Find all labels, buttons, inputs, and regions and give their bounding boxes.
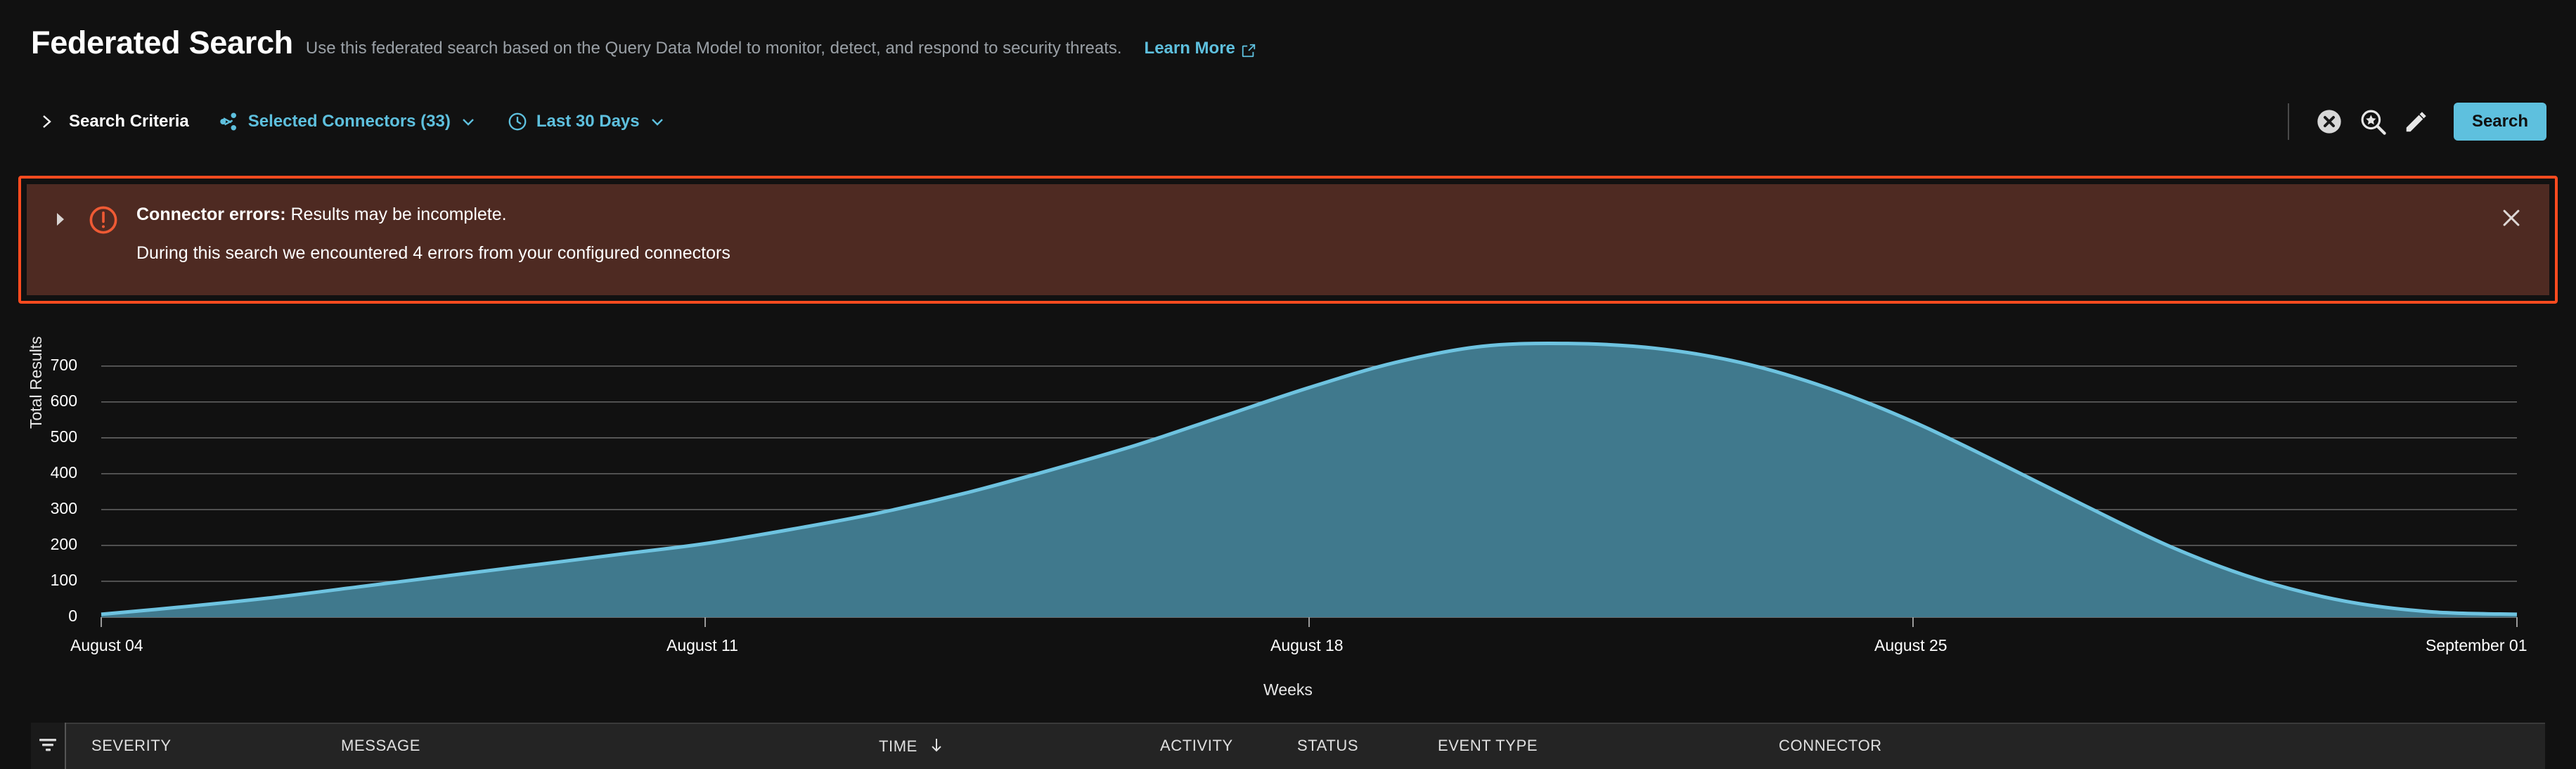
selected-connectors-label: Selected Connectors (33) (247, 112, 451, 131)
connector-errors-detail: During this search we encountered 4 erro… (136, 243, 730, 264)
column-header-severity[interactable]: SEVERITY (91, 737, 172, 755)
toolbar-divider (2287, 103, 2289, 140)
chart-svg (101, 341, 2518, 627)
connector-errors-title: Connector errors: (136, 205, 286, 224)
column-header-message[interactable]: MESSAGE (341, 737, 420, 755)
selected-connectors-dropdown[interactable]: Selected Connectors (33) (219, 111, 477, 132)
arrow-down-icon (930, 737, 943, 758)
chart-y-tick-label: 400 (50, 463, 77, 482)
connector-errors-banner: Connector errors: Results may be incompl… (18, 176, 2558, 304)
close-icon[interactable] (2497, 204, 2525, 232)
page-title: Federated Search (31, 25, 293, 60)
chart-y-tick-label: 700 (50, 355, 77, 374)
column-header-time[interactable]: TIME (879, 737, 943, 758)
chart-x-axis-label: Weeks (1263, 680, 1313, 699)
time-range-label: Last 30 Days (536, 112, 640, 131)
chart-y-tick-label: 600 (50, 391, 77, 410)
page-subtitle: Use this federated search based on the Q… (305, 39, 1122, 58)
column-header-label: CONNECTOR (1779, 737, 1882, 754)
learn-more-link[interactable]: Learn More (1144, 39, 1256, 58)
connector-errors-text: Connector errors: Results may be incompl… (136, 204, 730, 265)
external-link-icon (1241, 43, 1256, 58)
chart-x-tick-label: August 18 (1270, 636, 1344, 654)
column-header-event-type[interactable]: EVENT TYPE (1438, 737, 1538, 755)
chart-area-fill (101, 343, 2517, 617)
column-header-label: STATUS (1297, 737, 1359, 754)
chart-y-tick-label: 0 (68, 607, 77, 625)
chart-x-tick-label: September 01 (2426, 636, 2527, 654)
chart-y-tick-label: 300 (50, 498, 77, 517)
clock-icon (507, 111, 528, 132)
chart-x-tick-label: August 25 (1874, 636, 1947, 654)
chart-y-tick-label: 500 (50, 427, 77, 446)
time-range-dropdown[interactable]: Last 30 Days (507, 111, 666, 132)
search-criteria-bar: Search Criteria Selected Connectors (33) (0, 98, 2576, 145)
connector-errors-banner-inner: Connector errors: Results may be incompl… (27, 184, 2549, 295)
banner-expand-caret-icon[interactable] (52, 211, 69, 228)
chart-y-tick-label: 100 (50, 570, 77, 589)
column-header-label: SEVERITY (91, 737, 172, 754)
results-over-time-chart[interactable] (0, 330, 2576, 682)
edit-search-button[interactable] (2395, 100, 2438, 143)
chart-x-tick-label: August 11 (666, 636, 738, 654)
learn-more-label: Learn More (1144, 39, 1235, 58)
column-header-label: TIME (879, 737, 917, 755)
chevron-down-icon[interactable] (648, 112, 666, 131)
chevron-down-icon[interactable] (459, 112, 477, 131)
connector-errors-summary: Results may be incomplete. (290, 205, 507, 224)
column-header-connector[interactable]: CONNECTOR (1779, 737, 1882, 755)
saved-search-button[interactable] (2351, 100, 2395, 143)
federated-search-page: Federated Search Use this federated sear… (0, 0, 2576, 769)
column-header-label: ACTIVITY (1160, 737, 1233, 754)
page-header: Federated Search Use this federated sear… (0, 0, 2576, 58)
filter-icon (37, 735, 58, 757)
column-header-label: MESSAGE (341, 737, 421, 754)
chart-y-tick-label: 200 (50, 534, 77, 553)
chart-x-tick-label: August 04 (70, 636, 143, 654)
chevron-right-icon[interactable] (39, 115, 53, 129)
search-criteria-label: Search Criteria (69, 112, 189, 131)
column-header-status[interactable]: STATUS (1297, 737, 1358, 755)
clear-search-button[interactable] (2307, 100, 2351, 143)
column-header-label: EVENT TYPE (1438, 737, 1538, 754)
column-header-activity[interactable]: ACTIVITY (1160, 737, 1233, 755)
criteria-actions: Search (2287, 100, 2576, 143)
search-button[interactable]: Search (2453, 103, 2546, 141)
exclamation-circle-icon (87, 204, 120, 236)
share-nodes-icon (219, 111, 240, 132)
table-filter-button[interactable] (31, 723, 66, 769)
connector-errors-headline: Connector errors: Results may be incompl… (136, 204, 730, 226)
